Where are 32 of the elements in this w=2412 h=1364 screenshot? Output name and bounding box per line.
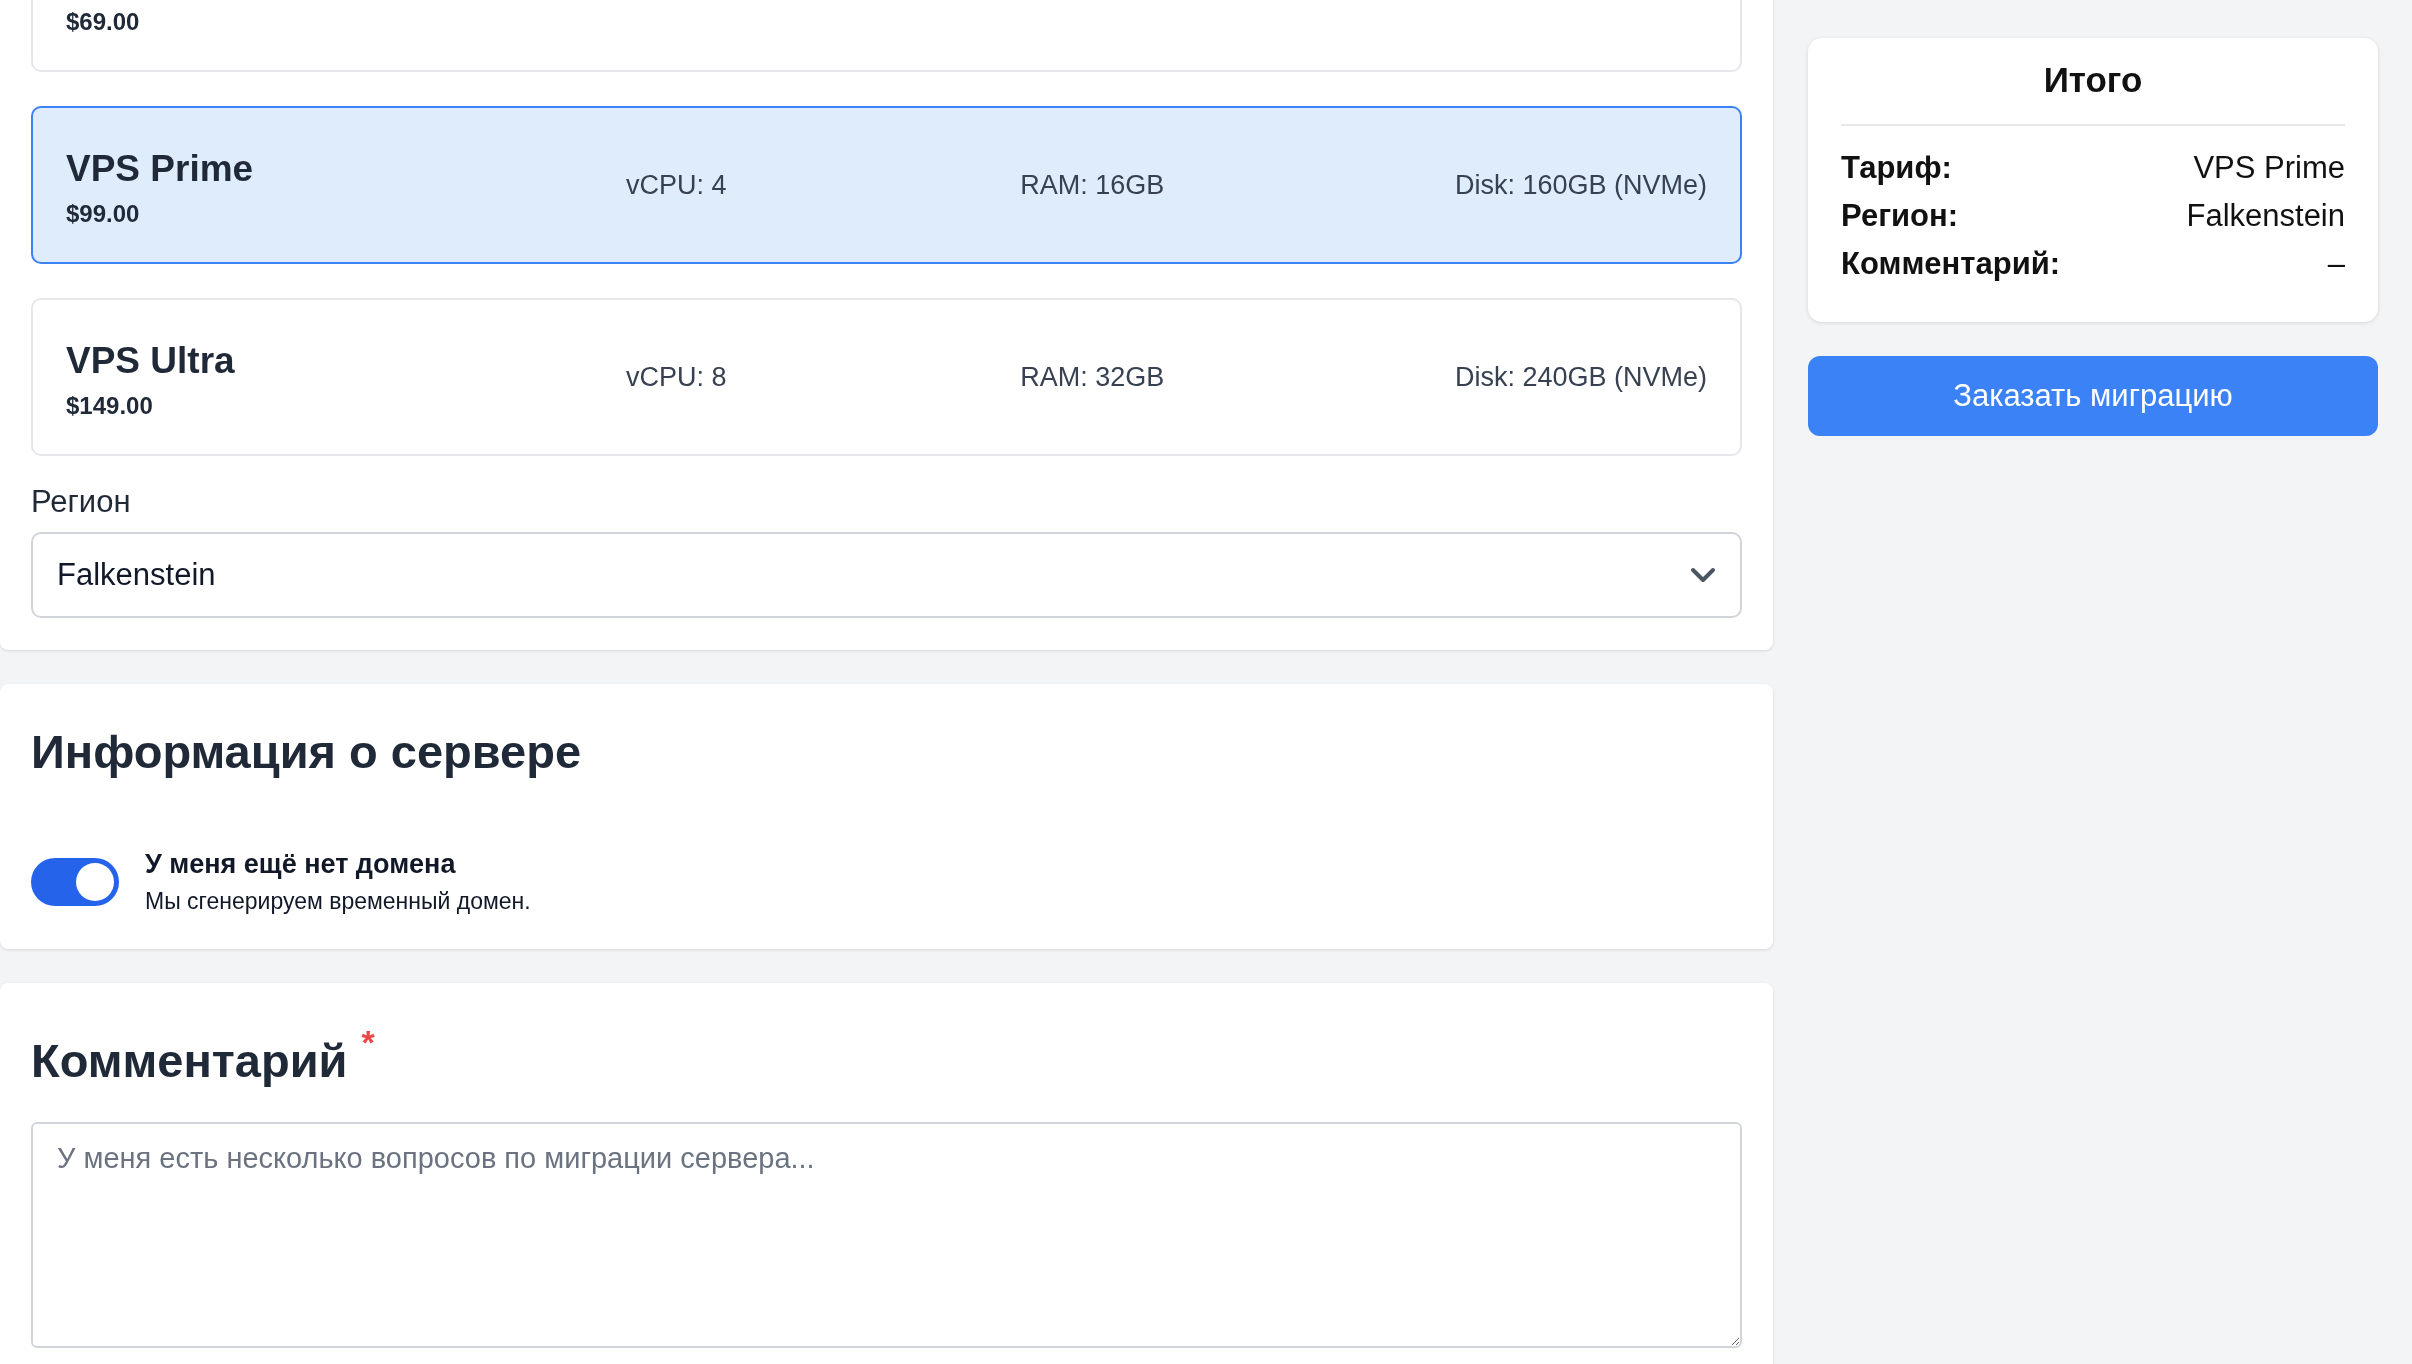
- plan-name: VPS Prime: [66, 148, 254, 190]
- plan-vcpu: vCPU: 4: [626, 169, 727, 201]
- order-button[interactable]: Заказать миграцию: [1808, 356, 2378, 436]
- comment-field[interactable]: У меня есть несколько вопросов по миграции сервера...: [31, 1122, 1742, 1348]
- summary-title: Итого: [1841, 60, 2345, 126]
- summary-label: Комментарий:: [1841, 245, 2061, 283]
- toggle-label: У меня ещё нет домена: [145, 849, 457, 880]
- section-title: Информация о сервере: [31, 724, 583, 779]
- plan-card[interactable]: $69.00: [31, 0, 1742, 72]
- summary-label: Регион:: [1841, 197, 1959, 235]
- plan-price: $69.00: [66, 8, 140, 36]
- summary-value: Falkenstein: [2186, 197, 2345, 235]
- plan-card[interactable]: VPS Prime $99.00 vCPU: 4 RAM: 16GB Disk: 160GB (NVMe): [31, 106, 1742, 264]
- plan-card[interactable]: VPS Ultra $149.00 vCPU: 8 RAM: 32GB Disk: 240GB (NVMe): [31, 298, 1742, 456]
- plan-disk: Disk: 240GB (NVMe): [1454, 361, 1707, 393]
- summary-label: Тариф:: [1841, 149, 1952, 187]
- plan-price: $99.00: [66, 200, 140, 228]
- required-mark: *: [361, 1023, 375, 1062]
- section-title: Комментарий: [31, 1033, 348, 1088]
- toggle-description: Мы сгенерируем временный домен.: [145, 888, 531, 915]
- summary-value: VPS Prime: [2193, 149, 2345, 187]
- region-select[interactable]: Falkenstein: [31, 532, 1742, 618]
- plan-disk: Disk: 160GB (NVMe): [1454, 169, 1707, 201]
- plan-vcpu: vCPU: 8: [626, 361, 727, 393]
- region-label: Регион: [31, 484, 132, 520]
- plan-price: $149.00: [66, 392, 153, 420]
- domain-toggle[interactable]: [31, 858, 119, 906]
- plan-ram: RAM: 32GB: [1020, 361, 1165, 393]
- plan-ram: RAM: 16GB: [1020, 169, 1165, 201]
- chevron-icon: [1690, 567, 1716, 583]
- plan-name: VPS Ultra: [66, 340, 235, 382]
- summary-value: –: [2327, 245, 2345, 283]
